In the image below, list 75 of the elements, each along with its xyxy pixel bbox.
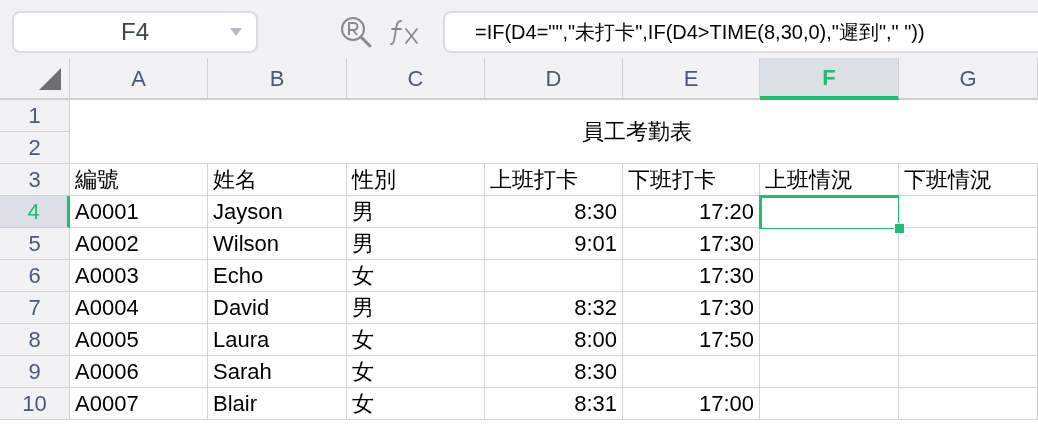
- table-cell[interactable]: [623, 356, 760, 388]
- table-cell[interactable]: Wilson: [208, 228, 347, 260]
- table-cell[interactable]: A0006: [70, 356, 208, 388]
- column-header[interactable]: E: [623, 58, 760, 100]
- table-cell[interactable]: 女: [347, 356, 485, 388]
- table-cell[interactable]: [899, 388, 1038, 420]
- table-cell[interactable]: [760, 324, 899, 356]
- search-icon[interactable]: [339, 15, 373, 49]
- table-cell[interactable]: 女: [347, 388, 485, 420]
- column-header[interactable]: B: [208, 58, 347, 100]
- row-header[interactable]: 10: [0, 388, 70, 420]
- table-cell[interactable]: 男: [347, 196, 485, 228]
- table-cell[interactable]: 下班打卡: [623, 164, 760, 196]
- table-cell[interactable]: Echo: [208, 260, 347, 292]
- dropdown-caret-icon: [230, 28, 242, 36]
- table-cell[interactable]: [899, 228, 1038, 260]
- row-header[interactable]: 6: [0, 260, 70, 292]
- name-box[interactable]: F4: [12, 11, 258, 53]
- table-cell[interactable]: 8:31: [485, 388, 623, 420]
- corner-triangle-icon: [39, 68, 61, 90]
- table-cell[interactable]: Laura: [208, 324, 347, 356]
- table-cell[interactable]: [899, 292, 1038, 324]
- table-cell[interactable]: 男: [347, 228, 485, 260]
- table-cell[interactable]: 女: [347, 324, 485, 356]
- table-cell[interactable]: 17:30: [623, 260, 760, 292]
- table-cell[interactable]: 9:01: [485, 228, 623, 260]
- table-cell[interactable]: 17:30: [623, 292, 760, 324]
- sheet-title: 員工考勤表: [582, 118, 692, 146]
- column-header[interactable]: C: [347, 58, 485, 100]
- table-cell[interactable]: A0004: [70, 292, 208, 324]
- table-cell[interactable]: 8:00: [485, 324, 623, 356]
- column-header[interactable]: G: [899, 58, 1038, 100]
- table-cell[interactable]: [485, 260, 623, 292]
- select-all-corner[interactable]: [0, 58, 70, 100]
- table-cell[interactable]: 女: [347, 260, 485, 292]
- table-cell[interactable]: [760, 292, 899, 324]
- table-cell[interactable]: 8:30: [485, 196, 623, 228]
- table-cell[interactable]: [899, 324, 1038, 356]
- table-cell[interactable]: Sarah: [208, 356, 347, 388]
- table-cell[interactable]: A0005: [70, 324, 208, 356]
- table-cell[interactable]: 編號: [70, 164, 208, 196]
- table-cell[interactable]: A0007: [70, 388, 208, 420]
- column-header[interactable]: A: [70, 58, 208, 100]
- table-cell[interactable]: 8:30: [485, 356, 623, 388]
- table-cell[interactable]: 姓名: [208, 164, 347, 196]
- column-header[interactable]: D: [485, 58, 623, 100]
- selected-cell[interactable]: [759, 195, 899, 229]
- table-cell[interactable]: 性別: [347, 164, 485, 196]
- table-cell[interactable]: 17:00: [623, 388, 760, 420]
- row-header[interactable]: 2: [0, 132, 70, 164]
- table-cell[interactable]: [899, 260, 1038, 292]
- table-cell[interactable]: [760, 356, 899, 388]
- row-header[interactable]: 3: [0, 164, 70, 196]
- table-cell[interactable]: 8:32: [485, 292, 623, 324]
- table-cell[interactable]: David: [208, 292, 347, 324]
- table-cell[interactable]: 17:30: [623, 228, 760, 260]
- table-cell[interactable]: 男: [347, 292, 485, 324]
- table-cell[interactable]: Blair: [208, 388, 347, 420]
- row-header[interactable]: 8: [0, 324, 70, 356]
- table-cell[interactable]: Jayson: [208, 196, 347, 228]
- row-header[interactable]: 7: [0, 292, 70, 324]
- table-cell[interactable]: 17:50: [623, 324, 760, 356]
- table-cell[interactable]: [760, 260, 899, 292]
- table-cell[interactable]: 上班打卡: [485, 164, 623, 196]
- row-header[interactable]: 5: [0, 228, 70, 260]
- table-cell[interactable]: [899, 356, 1038, 388]
- fill-handle[interactable]: [894, 223, 905, 234]
- table-cell[interactable]: [760, 388, 899, 420]
- formula-field[interactable]: =IF(D4="","未打卡",IF(D4>TIME(8,30,0),"遲到"," ")): [443, 11, 1038, 53]
- table-cell[interactable]: A0003: [70, 260, 208, 292]
- table-cell[interactable]: A0001: [70, 196, 208, 228]
- table-cell[interactable]: A0002: [70, 228, 208, 260]
- table-cell[interactable]: 下班情況: [899, 164, 1038, 196]
- row-header[interactable]: 9: [0, 356, 70, 388]
- row-header[interactable]: 1: [0, 100, 70, 132]
